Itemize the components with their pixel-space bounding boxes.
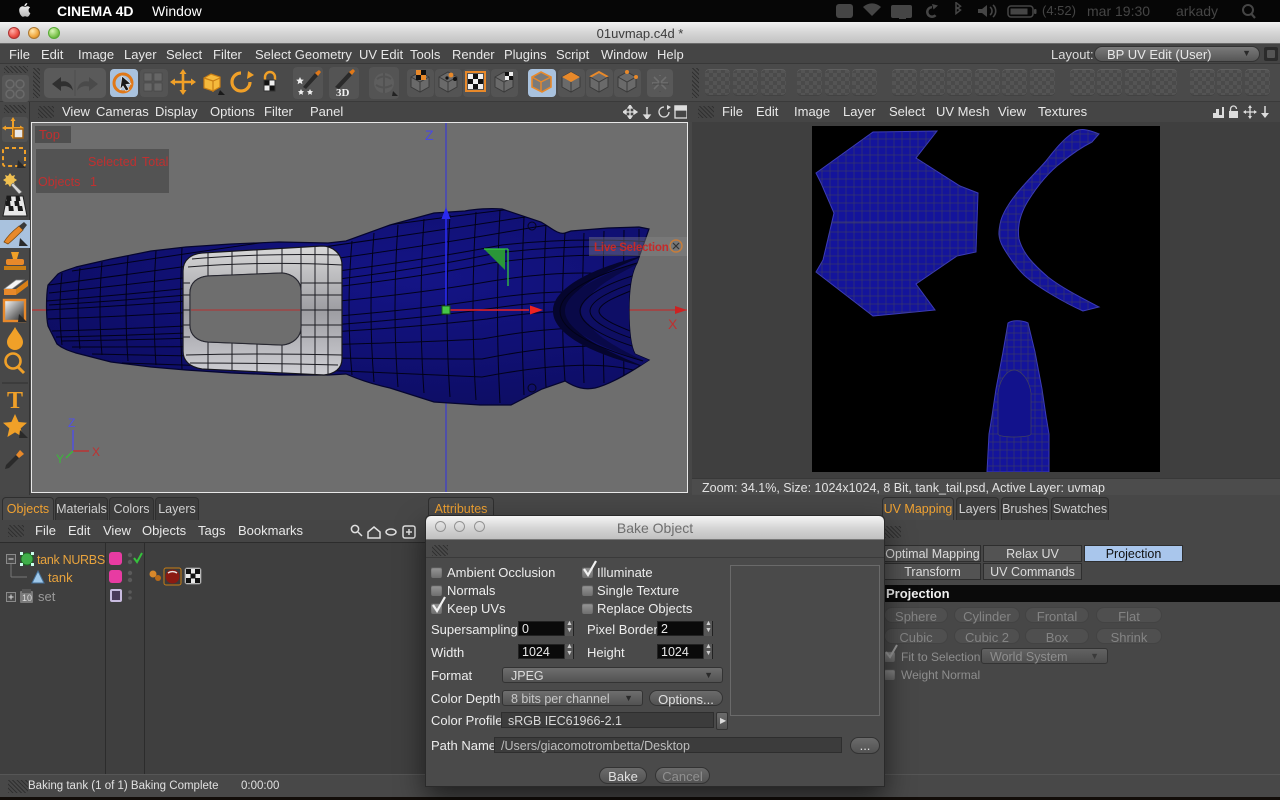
svg-text:X: X	[668, 316, 678, 332]
svg-text:Total: Total	[142, 155, 168, 169]
svg-text:arkady: arkady	[1176, 3, 1218, 19]
svg-text:Z: Z	[68, 416, 75, 430]
svg-text:tank NURBS: tank NURBS	[37, 553, 105, 567]
svg-text:(4:52): (4:52)	[1042, 3, 1076, 18]
svg-text:3D: 3D	[336, 87, 350, 99]
svg-text:Top: Top	[39, 127, 60, 142]
svg-text:tank: tank	[48, 570, 73, 585]
svg-text:set: set	[38, 589, 56, 604]
svg-text:Y: Y	[56, 452, 64, 466]
svg-text:Live Selection: Live Selection	[594, 242, 669, 254]
svg-text:Objects: Objects	[38, 175, 80, 189]
svg-text:Z: Z	[425, 127, 434, 143]
svg-text:1: 1	[90, 175, 97, 189]
svg-text:T: T	[7, 388, 23, 414]
svg-text:10: 10	[22, 593, 32, 603]
svg-text:X: X	[92, 445, 100, 459]
svg-text:mar 19:30: mar 19:30	[1087, 3, 1150, 19]
svg-text:Selected: Selected	[88, 155, 137, 169]
